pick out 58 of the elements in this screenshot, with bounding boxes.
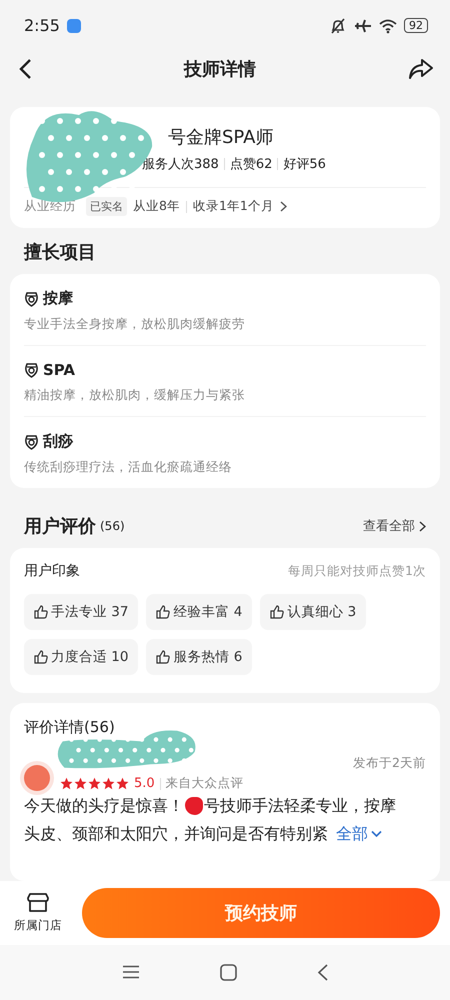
share-icon[interactable] <box>408 58 434 80</box>
skill-description: 专业手法全身按摩，放松肌肉缓解疲劳 <box>24 316 246 334</box>
bell-muted-icon <box>329 16 347 35</box>
badge-icon <box>24 290 39 307</box>
skill-description: 精油按摩，放松肌肉，缓解压力与紧张 <box>24 387 246 404</box>
wifi-icon <box>379 18 397 34</box>
card-title: 用户印象 <box>24 562 80 580</box>
reviewer-avatar <box>24 765 50 792</box>
home-icon[interactable] <box>220 964 237 981</box>
thumbs-up-icon[interactable] <box>34 650 48 664</box>
stat-text: 好评56 <box>283 156 326 174</box>
review-count: (56) <box>100 519 125 534</box>
impression-tag[interactable]: 经验丰富 4 <box>146 594 252 630</box>
review-text: 头皮、颈部和太阳穴，并询问是否有特别紧 <box>24 823 328 846</box>
badge-icon <box>24 434 39 450</box>
listed-duration-link[interactable]: 收录1年1个月 <box>192 198 274 216</box>
skill-name: 刮痧 <box>43 432 73 452</box>
review-text: 今天做的头疗是惊喜！ <box>24 795 184 818</box>
app-notification-icon <box>66 18 81 33</box>
chevron-right-icon[interactable] <box>280 201 287 212</box>
skill-name: SPA <box>43 361 76 380</box>
impression-tag[interactable]: 手法专业 37 <box>24 594 138 630</box>
hint-text: 每周只能对技师点赞1次 <box>288 562 426 580</box>
skill-description: 传统刮痧理疗法，活血化瘀疏通经络 <box>24 459 233 476</box>
menu-icon[interactable] <box>122 965 140 980</box>
stat-text: 点赞62 <box>230 156 272 174</box>
thumbs-up-icon[interactable] <box>156 605 170 620</box>
impression-tag[interactable]: 认真细心 3 <box>260 594 366 630</box>
view-all-link[interactable]: 查看全部 <box>363 517 415 536</box>
skill-name: 按摩 <box>43 289 73 308</box>
section-title: 擅长项目 <box>24 241 97 264</box>
battery-indicator: 92 <box>404 18 428 34</box>
technician-name: 号金牌SPA师 <box>168 126 274 150</box>
thumbs-up-icon[interactable] <box>34 605 48 620</box>
chevron-right-icon[interactable] <box>419 520 426 532</box>
posted-time: 发布于2天前 <box>353 755 426 772</box>
expand-link[interactable]: 全部 <box>336 820 368 848</box>
thumbs-up-icon[interactable] <box>156 650 170 664</box>
verified-badge: 已实名 <box>86 197 127 216</box>
impression-tag[interactable]: 服务热情 6 <box>146 639 252 676</box>
store-label[interactable]: 所属门店 <box>14 918 62 934</box>
impression-tag[interactable]: 力度合适 10 <box>24 639 138 676</box>
chevron-down-icon[interactable] <box>371 830 382 838</box>
redaction-mark <box>185 797 203 816</box>
status-time: 2:55 <box>24 16 60 36</box>
review-text: 号技师手法轻柔专业，按摩 <box>204 795 396 818</box>
review-source: 来自大众点评 <box>166 775 244 792</box>
store-icon[interactable] <box>26 892 50 914</box>
thumbs-up-icon[interactable] <box>270 605 284 620</box>
card-title: 评价详情(56) <box>24 718 115 736</box>
page-title: 技师详情 <box>184 58 256 82</box>
back-icon[interactable] <box>18 58 32 80</box>
experience-years: 从业8年 <box>133 198 180 216</box>
back-icon[interactable] <box>317 964 328 981</box>
airplane-icon <box>354 16 372 35</box>
rating-score: 5.0 <box>134 776 155 792</box>
section-title: 用户评价 <box>24 515 96 538</box>
badge-icon <box>24 362 39 378</box>
